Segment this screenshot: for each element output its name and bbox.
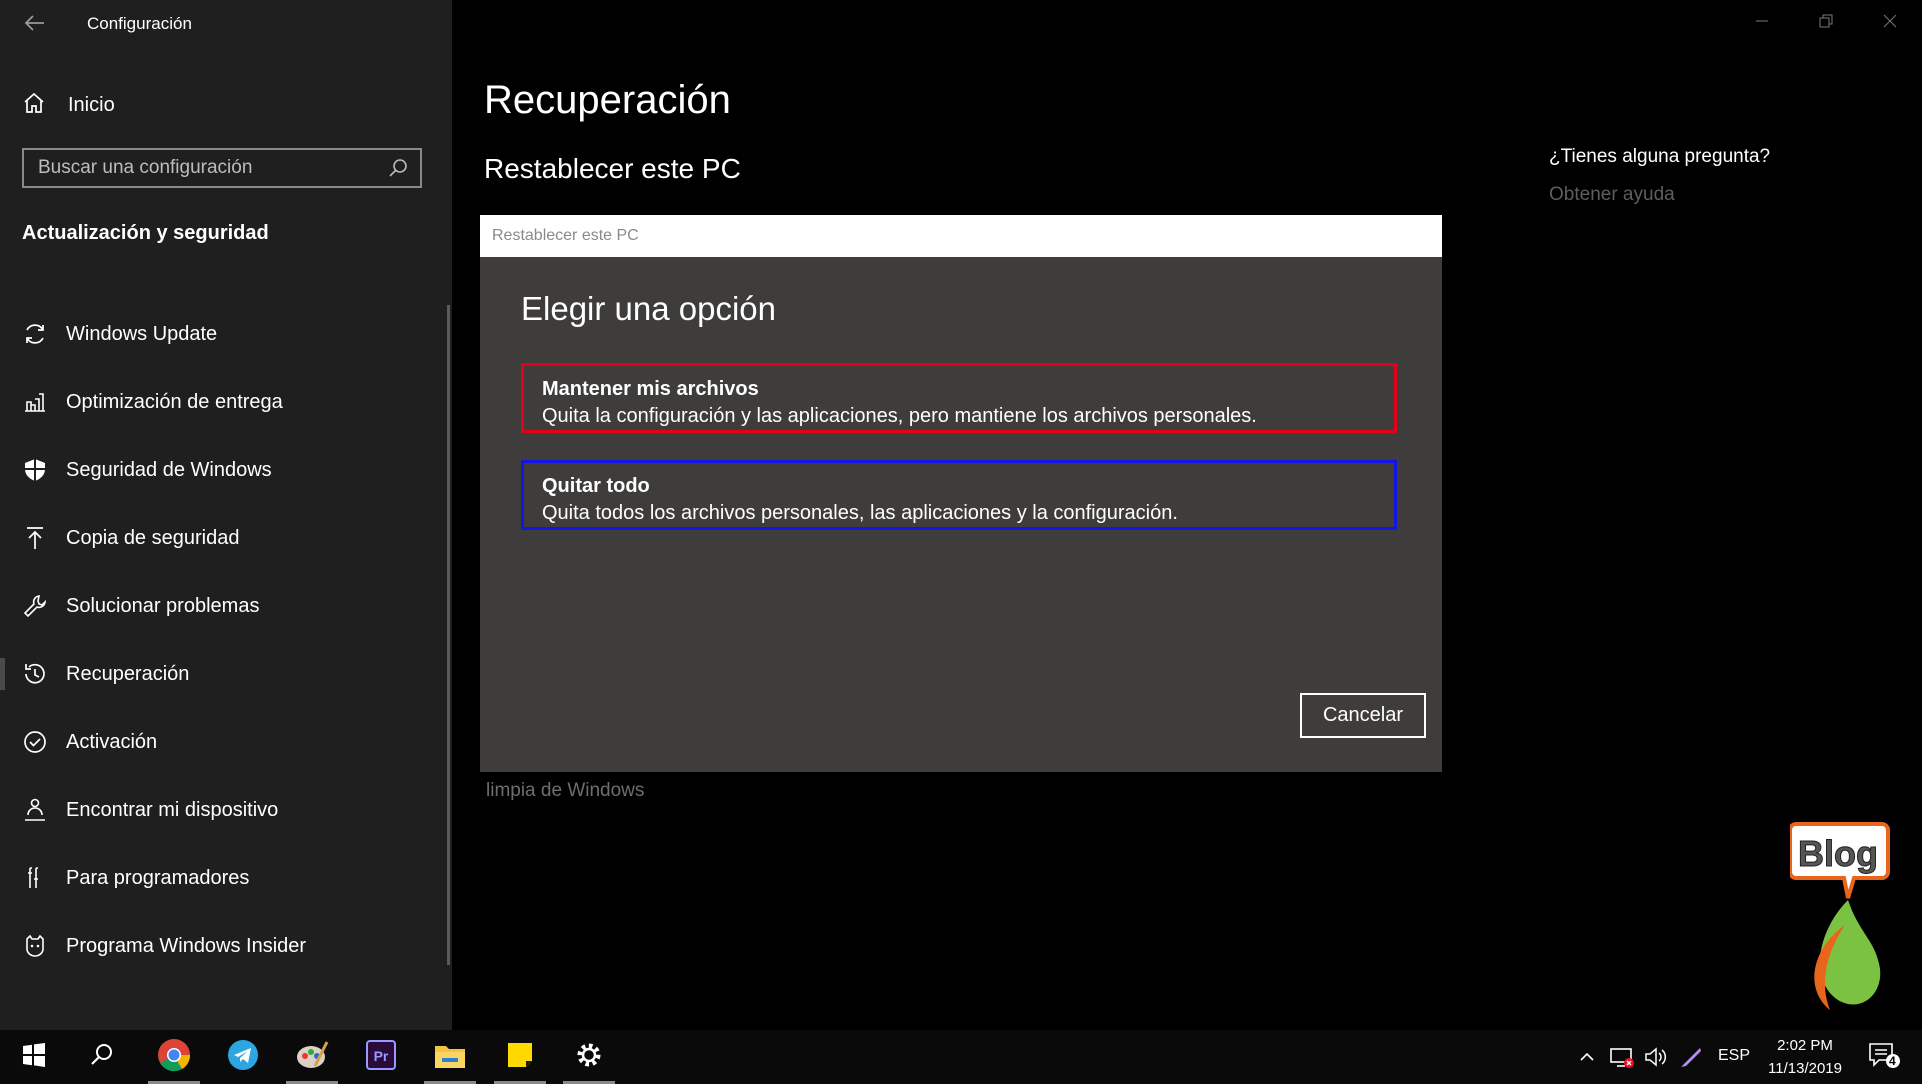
- dialog-heading: Elegir una opción: [521, 290, 777, 327]
- sidebar-item-troubleshoot[interactable]: Solucionar problemas: [0, 572, 452, 640]
- get-help-link[interactable]: Obtener ayuda: [1549, 184, 1675, 206]
- clock-date: 11/13/2019: [1768, 1060, 1842, 1077]
- section-title: Actualización y seguridad: [22, 222, 269, 244]
- cancel-button[interactable]: Cancelar: [1300, 693, 1426, 738]
- chrome-icon: [157, 1038, 191, 1077]
- sidebar-item-label: Recuperación: [66, 662, 190, 685]
- sidebar-item-label: Windows Update: [66, 322, 218, 345]
- option-description: Quita todos los archivos personales, las…: [542, 502, 1178, 524]
- restore-icon: [1818, 13, 1834, 34]
- sidebar-item-label: Encontrar mi dispositivo: [66, 798, 279, 821]
- sidebar-item-windows-insider[interactable]: Programa Windows Insider: [0, 912, 452, 980]
- sidebar-item-backup[interactable]: Copia de seguridad: [0, 504, 452, 572]
- restore-button[interactable]: [1806, 8, 1846, 38]
- option-title: Quitar todo: [542, 475, 650, 497]
- refresh-icon: [22, 321, 48, 347]
- sidebar-item-find-my-device[interactable]: Encontrar mi dispositivo: [0, 776, 452, 844]
- app-title: Configuración: [87, 14, 192, 33]
- search-input[interactable]: [24, 156, 386, 180]
- sidebar-item-label: Activación: [66, 730, 158, 753]
- volume-icon[interactable]: [1643, 1044, 1669, 1070]
- telegram-icon: [227, 1039, 259, 1076]
- background-text[interactable]: limpia de Windows: [486, 780, 644, 802]
- home-label: Inicio: [68, 93, 115, 116]
- action-center-button[interactable]: 4: [1866, 1042, 1902, 1070]
- sidebar-item-developers[interactable]: Para programadores: [0, 844, 452, 912]
- home-link[interactable]: Inicio: [22, 90, 115, 120]
- sidebar-item-activation[interactable]: Activación: [0, 708, 452, 776]
- sidebar-item-delivery-optimization[interactable]: Optimización de entrega: [0, 368, 452, 436]
- network-disconnected-icon[interactable]: [1609, 1044, 1635, 1070]
- close-button[interactable]: [1870, 8, 1910, 38]
- notification-count: 4: [1889, 1054, 1896, 1068]
- file-explorer-icon: [434, 1040, 466, 1075]
- keep-my-files-option[interactable]: Mantener mis archivos Quita la configura…: [521, 363, 1397, 433]
- taskbar-search-button[interactable]: [72, 1030, 132, 1084]
- sidebar-item-label: Programa Windows Insider: [66, 934, 307, 957]
- sidebar-item-label: Solucionar problemas: [66, 594, 260, 617]
- reset-pc-dialog: Restablecer este PC Elegir una opción Ma…: [480, 215, 1442, 772]
- dialog-title: Restablecer este PC: [492, 227, 639, 244]
- blog-logo: Blog: [1788, 820, 1910, 1010]
- option-title: Mantener mis archivos: [542, 378, 759, 400]
- delivery-icon: [22, 389, 48, 415]
- taskbar-sticky-notes[interactable]: [490, 1030, 550, 1084]
- taskbar-file-explorer[interactable]: [420, 1030, 480, 1084]
- option-description: Quita la configuración y las aplicacione…: [542, 405, 1257, 427]
- history-icon: [22, 661, 48, 687]
- minimize-button[interactable]: [1742, 8, 1782, 38]
- back-arrow-icon[interactable]: [22, 10, 48, 36]
- taskbar: Pr ESP 2:02 PM 11/13/2019 4: [0, 1030, 1922, 1084]
- settings-icon: [575, 1041, 603, 1074]
- check-circle-icon: [22, 729, 48, 755]
- svg-text:Blog: Blog: [1798, 833, 1878, 874]
- dialog-titlebar: Restablecer este PC: [480, 215, 1442, 257]
- sidebar-item-recovery[interactable]: Recuperación: [0, 640, 452, 708]
- minimize-icon: [1754, 13, 1770, 34]
- search-icon: [89, 1042, 115, 1073]
- search-icon[interactable]: [386, 156, 410, 180]
- sidebar-item-windows-security[interactable]: Seguridad de Windows: [0, 436, 452, 504]
- input-language[interactable]: ESP: [1718, 1047, 1750, 1065]
- wrench-icon: [22, 593, 48, 619]
- sidebar-item-windows-update[interactable]: Windows Update: [0, 300, 452, 368]
- svg-text:Pr: Pr: [374, 1048, 389, 1064]
- sidebar-item-label: Optimización de entrega: [66, 390, 283, 413]
- remove-everything-option[interactable]: Quitar todo Quita todos los archivos per…: [521, 460, 1397, 530]
- sidebar-item-label: Copia de seguridad: [66, 526, 240, 549]
- shield-icon: [22, 457, 48, 483]
- nav-list: Windows Update Optimización de entrega S…: [0, 300, 452, 980]
- sidebar-item-label: Para programadores: [66, 866, 250, 889]
- developer-icon: [22, 865, 48, 891]
- home-icon: [22, 91, 46, 120]
- taskbar-paint[interactable]: [282, 1030, 342, 1084]
- paint-icon: [295, 1038, 329, 1077]
- sidebar-scrollbar[interactable]: [447, 305, 450, 965]
- close-icon: [1882, 13, 1898, 34]
- section-subtitle: Restablecer este PC: [484, 153, 741, 184]
- taskbar-premiere[interactable]: Pr: [351, 1030, 411, 1084]
- search-box[interactable]: [22, 148, 422, 188]
- start-button[interactable]: [4, 1030, 64, 1084]
- page-title: Recuperación: [484, 78, 731, 122]
- sidebar-item-label: Seguridad de Windows: [66, 458, 272, 481]
- premiere-icon: Pr: [366, 1039, 396, 1075]
- show-hidden-icons-chevron-up-icon[interactable]: [1574, 1044, 1600, 1070]
- taskbar-settings[interactable]: [559, 1030, 619, 1084]
- sticky-notes-icon: [506, 1041, 534, 1074]
- pen-workspace-icon[interactable]: [1678, 1044, 1704, 1070]
- help-question: ¿Tienes alguna pregunta?: [1549, 146, 1771, 167]
- sidebar: Configuración Inicio Actualización y seg…: [0, 0, 452, 1030]
- taskbar-chrome[interactable]: [144, 1030, 204, 1084]
- backup-icon: [22, 525, 48, 551]
- taskbar-telegram[interactable]: [213, 1030, 273, 1084]
- start-icon: [21, 1042, 47, 1073]
- clock[interactable]: 2:02 PM 11/13/2019: [1760, 1034, 1850, 1080]
- insider-icon: [22, 933, 48, 959]
- person-location-icon: [22, 797, 48, 823]
- clock-time: 2:02 PM: [1777, 1037, 1833, 1054]
